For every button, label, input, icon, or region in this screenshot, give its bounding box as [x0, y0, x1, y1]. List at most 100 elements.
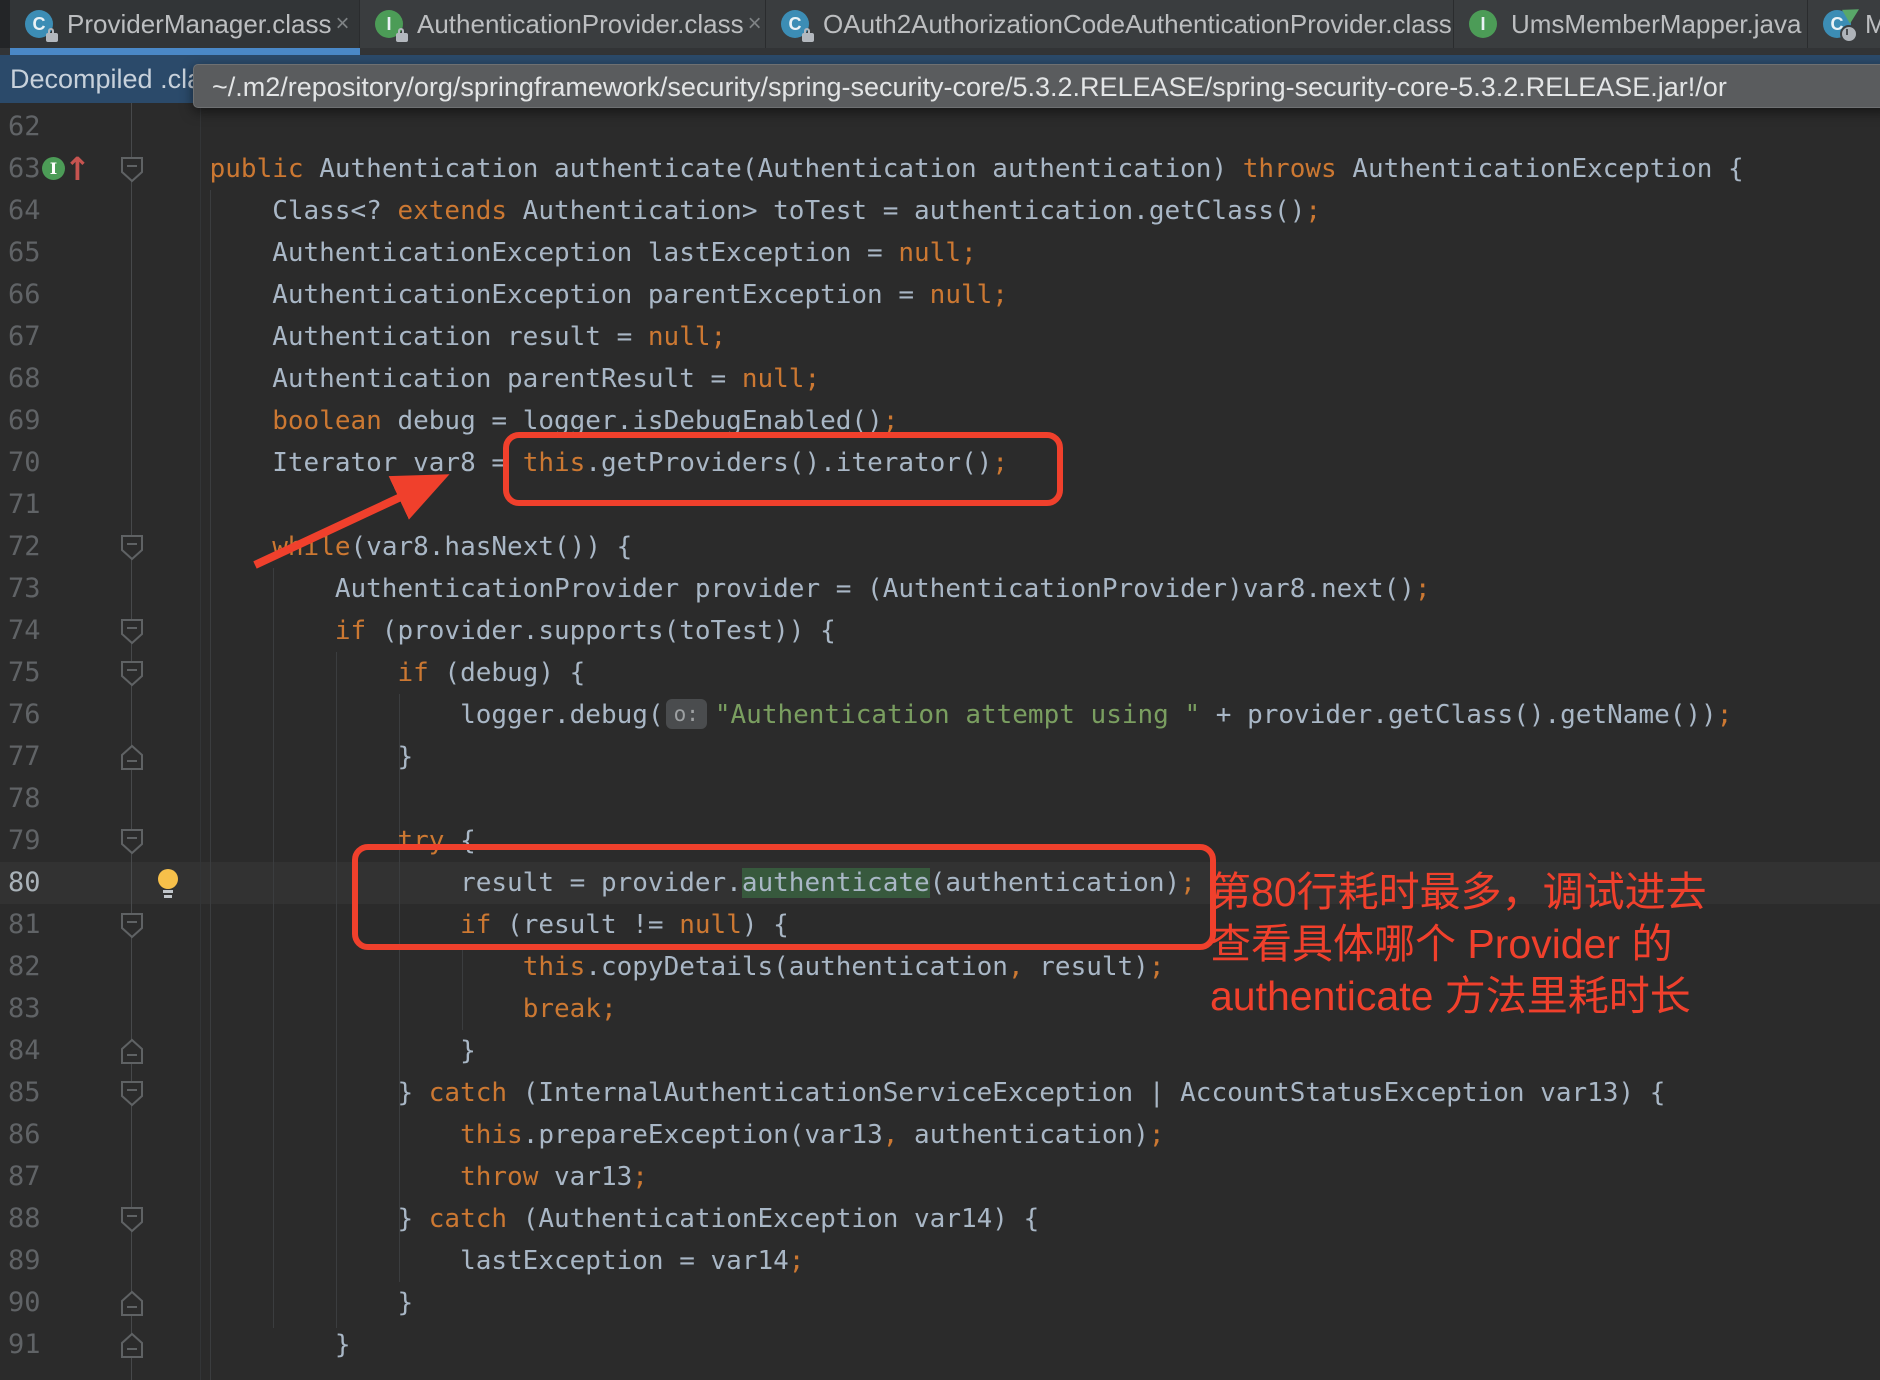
code-line-91[interactable]: } — [0, 1324, 1880, 1366]
code-token: ; — [1415, 574, 1431, 604]
code-line-78[interactable] — [0, 778, 1880, 820]
tab-providermanager-class[interactable]: C ProviderManager.class× — [10, 0, 360, 48]
code-line-65[interactable]: AuthenticationException lastException = … — [0, 232, 1880, 274]
annotation-text-line: 第80行耗时最多，调试进去 — [1210, 866, 1707, 918]
ide-window: CProviderManager.class×IAuthenticationPr… — [0, 0, 1880, 1380]
code-line-64[interactable]: Class<? extends Authentication> toTest =… — [0, 190, 1880, 232]
jar-path-tooltip: ~/.m2/repository/org/springframework/sec… — [193, 64, 1880, 108]
red-annotation-box-authenticate — [352, 844, 1216, 950]
code-token: lastException = var14 — [147, 1246, 789, 1276]
code-token: (provider.supports(toTest)) { — [366, 616, 836, 646]
code-token: } — [147, 742, 413, 772]
code-line-66[interactable]: AuthenticationException parentException … — [0, 274, 1880, 316]
readonly-lock-icon — [396, 28, 408, 42]
code-token — [147, 154, 210, 184]
code-line-89[interactable]: lastException = var14; — [0, 1240, 1880, 1282]
code-token: null — [930, 280, 993, 310]
code-line-62[interactable] — [0, 106, 1880, 148]
code-token: this — [460, 1120, 523, 1150]
code-token: } — [147, 1330, 351, 1360]
code-token: null — [648, 322, 711, 352]
code-token: Authentication result = — [147, 322, 648, 352]
active-tab-underline — [10, 48, 360, 55]
code-token — [147, 658, 397, 688]
code-token: , — [883, 1120, 899, 1150]
code-token: AuthenticationException lastException = — [147, 238, 898, 268]
code-token: catch — [429, 1078, 507, 1108]
parameter-hint-chip: o: — [666, 699, 707, 729]
code-token: if — [335, 616, 366, 646]
code-token: ; — [601, 994, 617, 1024]
tab-close-icon[interactable]: × — [331, 12, 353, 36]
code-token: var13 — [538, 1162, 632, 1192]
code-line-67[interactable]: Authentication result = null; — [0, 316, 1880, 358]
red-annotation-arrow — [225, 453, 475, 583]
class-file-icon: C — [1822, 8, 1854, 40]
tab-label: AuthenticationProvider.class — [417, 9, 744, 40]
code-line-77[interactable]: } — [0, 736, 1880, 778]
code-token: ; — [1149, 1120, 1165, 1150]
tab-label: UmsMemberMapper.java — [1511, 9, 1801, 40]
code-token: catch — [429, 1204, 507, 1234]
code-line-85[interactable]: } catch (InternalAuthenticationServiceEx… — [0, 1072, 1880, 1114]
code-token: + provider.getClass().getName()) — [1200, 700, 1717, 730]
code-editor[interactable]: 6263I↑6465666768697071727374757677787980… — [0, 103, 1880, 1380]
tabbar-bottom-strip — [0, 48, 1880, 55]
code-token — [147, 952, 523, 982]
code-token: } — [147, 1036, 476, 1066]
editor-tab-bar: CProviderManager.class×IAuthenticationPr… — [0, 0, 1880, 48]
tab-umsmembermapper-java[interactable]: IUmsMemberMapper.java× — [1454, 0, 1808, 48]
code-token: break — [523, 994, 601, 1024]
code-token: Authentication> toTest = authentication.… — [507, 196, 1305, 226]
code-token — [147, 1120, 460, 1150]
code-token: "Authentication attempt using " — [715, 700, 1200, 730]
code-token: (InternalAuthenticationServiceException … — [507, 1078, 1665, 1108]
code-token: throw — [460, 1162, 538, 1192]
code-token: } — [147, 1078, 429, 1108]
interface-file-icon: I — [374, 8, 406, 40]
code-token — [147, 1162, 460, 1192]
code-token: ; — [711, 322, 727, 352]
code-token: Authentication authenticate(Authenticati… — [304, 154, 1243, 184]
tab-label: ProviderManager.class — [67, 9, 331, 40]
code-area: public Authentication authenticate(Authe… — [0, 106, 1880, 1366]
code-token: , — [1008, 952, 1024, 982]
code-line-75[interactable]: if (debug) { — [0, 652, 1880, 694]
code-line-74[interactable]: if (provider.supports(toTest)) { — [0, 610, 1880, 652]
code-token — [147, 994, 523, 1024]
code-line-88[interactable]: } catch (AuthenticationException var14) … — [0, 1198, 1880, 1240]
code-line-87[interactable]: throw var13; — [0, 1156, 1880, 1198]
code-token: throws — [1243, 154, 1337, 184]
tab-oauth2authorizationcodeauthenticationprovider-class[interactable]: COAuth2AuthorizationCodeAuthenticationPr… — [766, 0, 1454, 48]
chinese-annotation: 第80行耗时最多，调试进去查看具体哪个 Provider 的authentica… — [1210, 866, 1707, 1022]
tab-m[interactable]: CM — [1808, 0, 1880, 48]
code-line-76[interactable]: logger.debug(o:"Authentication attempt u… — [0, 694, 1880, 736]
red-annotation-box-getproviders — [503, 432, 1063, 506]
code-token: ; — [992, 280, 1008, 310]
code-token: null — [898, 238, 961, 268]
code-line-90[interactable]: } — [0, 1282, 1880, 1324]
code-token: ; — [632, 1162, 648, 1192]
code-line-84[interactable]: } — [0, 1030, 1880, 1072]
readonly-lock-icon — [46, 28, 58, 42]
annotation-text-line: 查看具体哪个 Provider 的 — [1210, 918, 1707, 970]
code-line-68[interactable]: Authentication parentResult = null; — [0, 358, 1880, 400]
tab-close-icon[interactable]: × — [744, 12, 766, 36]
code-token: Class<? — [147, 196, 397, 226]
code-token: (debug) { — [429, 658, 586, 688]
code-token: public — [210, 154, 304, 184]
tabbar-left-edge — [0, 0, 10, 48]
code-token: ; — [961, 238, 977, 268]
annotation-text-line: authenticate 方法里耗时长 — [1210, 970, 1707, 1022]
code-token: ; — [1149, 952, 1165, 982]
tab-authenticationprovider-class[interactable]: I AuthenticationProvider.class× — [360, 0, 766, 48]
class-file-icon: C — [24, 8, 56, 40]
code-token: ; — [1717, 700, 1733, 730]
class-file-icon: C — [780, 8, 812, 40]
code-token: (AuthenticationException var14) { — [507, 1204, 1039, 1234]
jar-path-text: ~/.m2/repository/org/springframework/sec… — [212, 72, 1727, 102]
code-line-86[interactable]: this.prepareException(var13, authenticat… — [0, 1114, 1880, 1156]
code-token: AuthenticationException { — [1337, 154, 1744, 184]
code-token — [147, 406, 272, 436]
code-line-63[interactable]: public Authentication authenticate(Authe… — [0, 148, 1880, 190]
